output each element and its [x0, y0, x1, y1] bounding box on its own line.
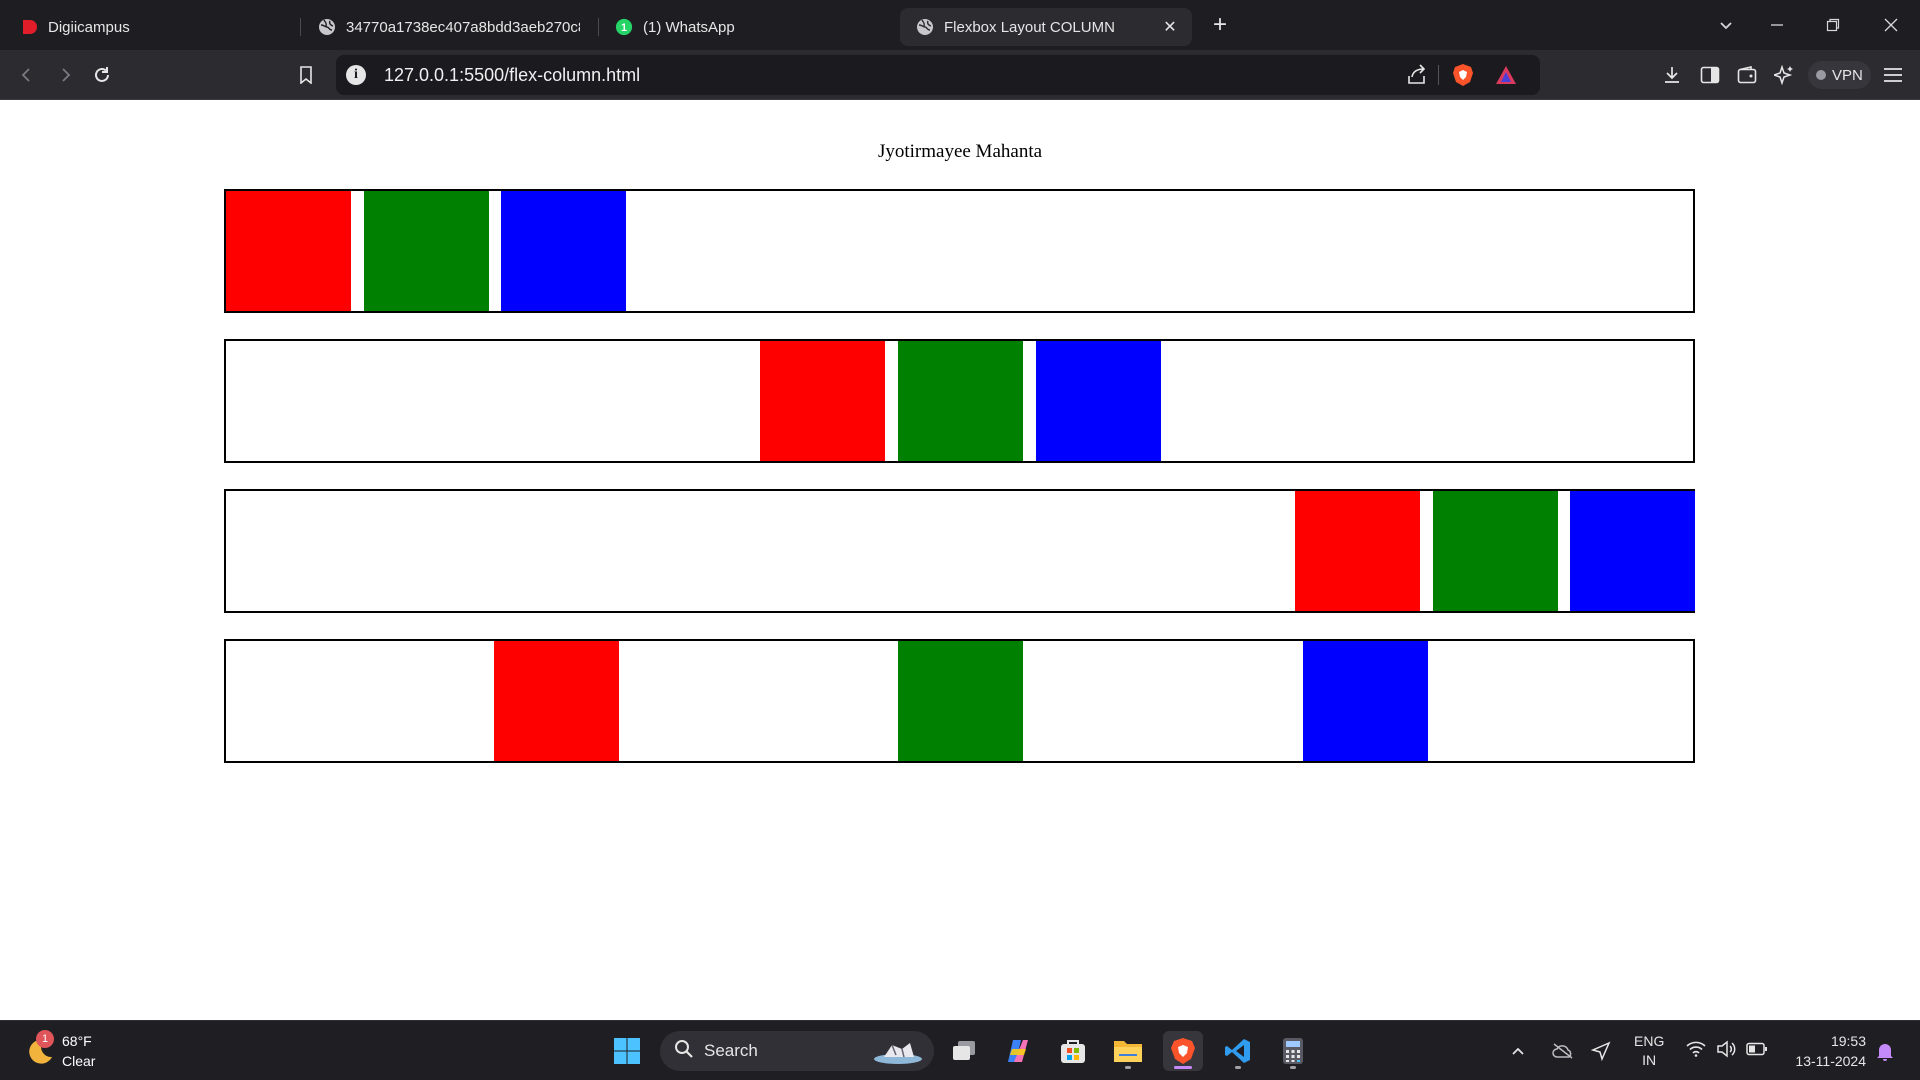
flex-item-blue [1570, 491, 1695, 611]
back-arrow-icon[interactable] [14, 62, 40, 88]
vscode-icon[interactable] [1218, 1031, 1258, 1071]
bookmark-icon[interactable] [293, 62, 319, 88]
keyboard-region: IN [1642, 1052, 1657, 1068]
flex-item-red [1295, 491, 1420, 611]
page-heading: Jyotirmayee Mahanta [877, 141, 1043, 162]
active-app-indicator [1174, 1066, 1192, 1069]
forward-arrow-icon[interactable] [52, 62, 78, 88]
running-indicator [1125, 1066, 1131, 1069]
tab-label: (1) WhatsApp [643, 18, 735, 36]
notification-bell-icon[interactable] [1875, 1021, 1895, 1080]
digiicampus-logo-icon [20, 18, 38, 36]
weather-notification-badge: 1 [36, 1030, 54, 1048]
tab-separator [300, 18, 301, 36]
search-icon [674, 1039, 694, 1064]
site-info-icon[interactable]: i [346, 65, 366, 85]
task-view-icon[interactable] [944, 1031, 984, 1071]
flex-item-blue [1036, 341, 1161, 461]
vpn-status-icon [1816, 70, 1826, 80]
brave-browser-icon[interactable] [1163, 1031, 1203, 1071]
weather-temperature: 68°F [62, 1033, 92, 1049]
minimize-window-icon[interactable] [1764, 12, 1790, 38]
whatsapp-icon: 1 [615, 18, 633, 36]
flex-item-green [898, 641, 1023, 761]
flex-container-center [224, 339, 1695, 463]
vpn-label: VPN [1832, 66, 1863, 84]
hamburger-menu-icon[interactable] [1880, 62, 1906, 88]
start-button[interactable] [607, 1031, 647, 1071]
brave-shields-icon[interactable] [1452, 63, 1474, 92]
flex-item-green [898, 341, 1023, 461]
wallet-icon[interactable] [1734, 62, 1760, 88]
battery-icon [1746, 1042, 1768, 1061]
leo-ai-icon[interactable] [1771, 62, 1797, 88]
tab-whatsapp[interactable]: 1 (1) WhatsApp [615, 8, 885, 46]
close-tab-icon[interactable]: ✕ [1160, 17, 1180, 37]
urlbar-divider [1438, 65, 1439, 85]
search-label: Search [704, 1041, 758, 1060]
moon-icon: 1 [24, 1030, 54, 1066]
system-status-group[interactable] [1686, 1021, 1768, 1080]
language-indicator[interactable]: ENG IN [1634, 1021, 1664, 1080]
flex-item-green [364, 191, 489, 311]
address-bar[interactable]: i 127.0.0.1:5500/flex-column.html [336, 55, 1540, 95]
microsoft-store-icon[interactable] [1053, 1031, 1093, 1071]
search-highlight-icon [870, 1035, 924, 1072]
windows-taskbar: 1 68°F Clear Search ENG IN 19:53 13-11-2… [0, 1020, 1920, 1080]
browser-toolbar: i 127.0.0.1:5500/flex-column.html VPN [0, 50, 1920, 100]
flex-container-start [224, 189, 1695, 313]
brave-rewards-icon[interactable] [1494, 64, 1518, 91]
flex-container-end [224, 489, 1695, 613]
running-indicator [1290, 1066, 1296, 1069]
tab-label: Flexbox Layout COLUMN [944, 18, 1115, 36]
tab-separator [598, 18, 599, 36]
taskbar-search-box[interactable]: Search [660, 1031, 934, 1071]
flex-item-blue [501, 191, 626, 311]
flex-item-red [226, 191, 351, 311]
wifi-icon [1686, 1041, 1706, 1062]
new-tab-button[interactable]: + [1208, 11, 1232, 38]
flex-item-green [1433, 491, 1558, 611]
tab-hash-page[interactable]: 34770a1738ec407a8bdd3aeb270c8 [318, 8, 588, 46]
flex-item-red [760, 341, 885, 461]
restore-window-icon[interactable] [1820, 12, 1846, 38]
weather-condition: Clear [62, 1053, 96, 1069]
globe-icon [916, 18, 934, 36]
language-code: ENG [1634, 1033, 1665, 1049]
onedrive-offline-icon[interactable] [1551, 1021, 1575, 1080]
sidebar-panel-icon[interactable] [1697, 62, 1723, 88]
tab-label: 34770a1738ec407a8bdd3aeb270c8 [346, 18, 580, 36]
show-hidden-icons-chevron-icon[interactable] [1510, 1021, 1526, 1080]
running-indicator [1235, 1066, 1241, 1069]
calculator-icon[interactable] [1273, 1031, 1313, 1071]
svg-text:1: 1 [621, 22, 627, 34]
vpn-button[interactable]: VPN [1808, 61, 1871, 89]
tab-search-chevron-icon[interactable] [1713, 12, 1739, 38]
weather-widget[interactable]: 1 68°F Clear [24, 1029, 95, 1073]
globe-icon [318, 18, 336, 36]
url-text[interactable]: 127.0.0.1:5500/flex-column.html [384, 65, 640, 86]
copilot-icon[interactable] [998, 1031, 1038, 1071]
page-viewport: Jyotirmayee Mahanta [0, 101, 1920, 1020]
close-window-icon[interactable] [1878, 12, 1904, 38]
location-arrow-icon[interactable] [1591, 1021, 1611, 1080]
tab-label: Digiicampus [48, 18, 130, 36]
clock-time: 19:53 [1830, 1033, 1866, 1049]
clock-date: 13-11-2024 [1795, 1053, 1866, 1069]
clock[interactable]: 19:53 13-11-2024 [1784, 1021, 1866, 1080]
volume-icon [1716, 1039, 1736, 1063]
tab-digiicampus[interactable]: Digiicampus [20, 8, 290, 46]
tab-flexbox-layout[interactable]: Flexbox Layout COLUMN ✕ [900, 8, 1192, 46]
flex-item-blue [1303, 641, 1428, 761]
file-explorer-icon[interactable] [1108, 1031, 1148, 1071]
share-icon[interactable] [1406, 64, 1428, 91]
flex-item-red [494, 641, 619, 761]
tab-strip: Digiicampus 34770a1738ec407a8bdd3aeb270c… [0, 0, 1920, 50]
flex-container-space-evenly [224, 639, 1695, 763]
download-icon[interactable] [1659, 62, 1685, 88]
reload-icon[interactable] [89, 62, 115, 88]
